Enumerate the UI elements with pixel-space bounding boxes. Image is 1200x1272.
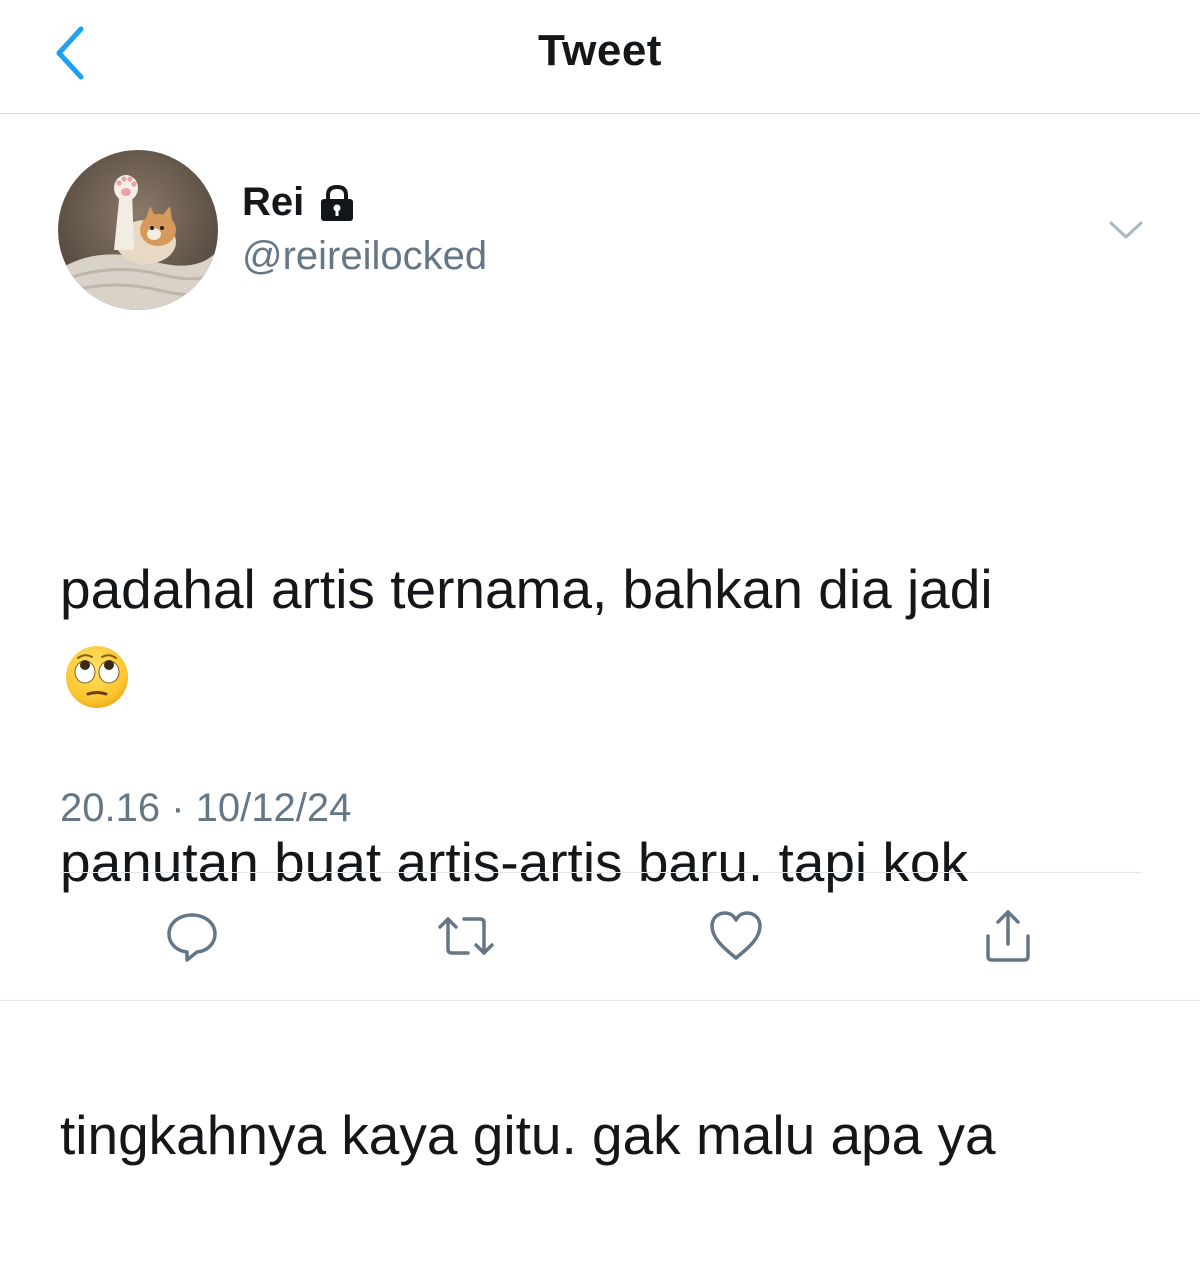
retweet-icon	[438, 917, 494, 955]
reply-button[interactable]	[160, 904, 224, 968]
author-handle[interactable]: @reireilocked	[242, 234, 487, 279]
more-options-button[interactable]	[1104, 212, 1148, 248]
tweet-line: padahal artis ternama, bahkan dia jadi	[60, 558, 993, 620]
reply-icon	[167, 913, 217, 962]
divider	[60, 872, 1142, 873]
tweet-time: 20.16	[60, 786, 161, 830]
like-button[interactable]	[704, 904, 768, 968]
share-icon	[986, 910, 1030, 962]
lock-icon	[321, 184, 354, 221]
tweet-line: tingkahnya kaya gitu. gak malu apa ya	[60, 1104, 996, 1166]
top-bar: Tweet	[0, 0, 1200, 114]
tweet-timestamp: 20.16 · 10/12/24	[60, 786, 351, 831]
tweet-date: 10/12/24	[195, 786, 352, 830]
avatar[interactable]	[58, 150, 218, 310]
share-button[interactable]	[976, 904, 1040, 968]
timestamp-separator: ·	[160, 786, 196, 830]
bottom-divider	[0, 1000, 1200, 1001]
cat-avatar	[58, 150, 218, 310]
page-title: Tweet	[538, 26, 662, 75]
author-name-row[interactable]: Rei	[242, 180, 358, 225]
chevron-down-icon	[1109, 221, 1143, 239]
rolling-eyes-emoji-icon	[66, 646, 128, 708]
heart-icon	[710, 911, 762, 960]
retweet-button[interactable]	[434, 904, 498, 968]
author-name: Rei	[242, 180, 305, 224]
